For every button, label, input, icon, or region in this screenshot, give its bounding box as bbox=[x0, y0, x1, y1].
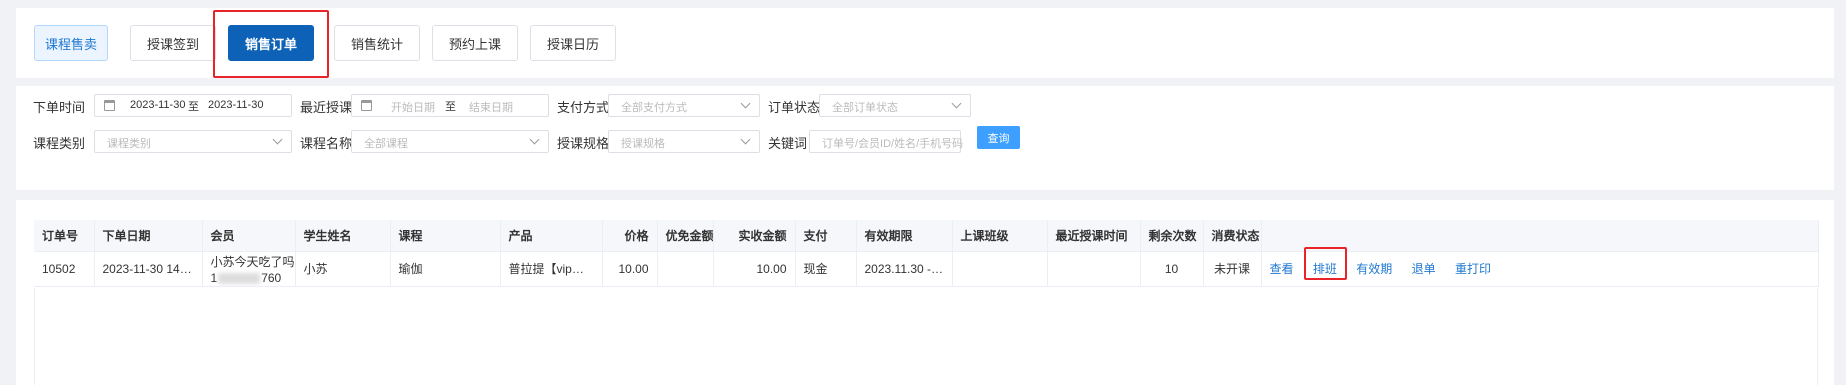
tab-sales-orders[interactable]: 销售订单 bbox=[228, 25, 314, 61]
chevron-down-icon bbox=[951, 98, 962, 109]
col-student: 学生姓名 bbox=[295, 220, 391, 252]
tab-sales-stats[interactable]: 销售统计 bbox=[334, 25, 420, 61]
view-link[interactable]: 查看 bbox=[1270, 260, 1294, 277]
cell-order-date: 2023-11-30 14:18:59 bbox=[94, 251, 203, 287]
cell-actions: 查看 排班 有效期 退单 重打印 bbox=[1261, 246, 1819, 287]
payment-label: 支付方式 bbox=[557, 100, 610, 115]
chevron-down-icon bbox=[272, 134, 283, 145]
payment-select[interactable]: 全部支付方式 bbox=[608, 94, 760, 117]
cell-class bbox=[952, 251, 1048, 287]
keyword-input[interactable]: 订单号/会员ID/姓名/手机号码 bbox=[809, 130, 964, 153]
calendar-icon bbox=[361, 100, 372, 111]
col-class: 上课班级 bbox=[952, 220, 1048, 252]
tabs-panel: 课程售卖 授课签到 销售订单 销售统计 预约上课 授课日历 bbox=[16, 8, 1834, 78]
col-validity: 有效期限 bbox=[856, 220, 953, 252]
orders-table-panel: 订单号 下单日期 会员 学生姓名 课程 产品 价格 优免金额 实收金额 支付 有… bbox=[16, 200, 1834, 385]
tab-class-calendar[interactable]: 授课日历 bbox=[530, 25, 616, 61]
col-product: 产品 bbox=[500, 220, 603, 252]
course-name-placeholder: 全部课程 bbox=[364, 138, 408, 150]
teaching-spec-placeholder: 授课规格 bbox=[621, 138, 665, 150]
chevron-down-icon bbox=[740, 134, 751, 145]
course-category-label: 课程类别 bbox=[33, 136, 86, 151]
table-row: 10502 2023-11-30 14:18:59 小苏今天吃了吗(10 176… bbox=[34, 246, 1819, 287]
order-time-label: 下单时间 bbox=[33, 100, 86, 115]
query-button[interactable]: 查询 bbox=[977, 126, 1020, 149]
order-time-start: 2023-11-30 bbox=[130, 99, 186, 111]
cell-course: 瑜伽 bbox=[390, 251, 501, 287]
cell-price: 10.00 bbox=[602, 251, 658, 287]
schedule-link[interactable]: 排班 bbox=[1313, 260, 1337, 277]
tab-book-class[interactable]: 预约上课 bbox=[432, 25, 518, 61]
validity-link[interactable]: 有效期 bbox=[1356, 260, 1392, 277]
keyword-placeholder: 订单号/会员ID/姓名/手机号码 bbox=[822, 138, 964, 150]
recent-class-end: 结束日期 bbox=[469, 102, 513, 114]
teaching-spec-label: 授课规格 bbox=[557, 136, 610, 151]
reprint-link[interactable]: 重打印 bbox=[1455, 260, 1491, 277]
filter-panel: 下单时间 2023-11-30 至 2023-11-30 最近授课 开始日期 至… bbox=[16, 86, 1834, 190]
cell-remaining: 10 bbox=[1140, 251, 1204, 287]
table-header-row: 订单号 下单日期 会员 学生姓名 课程 产品 价格 优免金额 实收金额 支付 有… bbox=[34, 220, 1819, 252]
col-course: 课程 bbox=[390, 220, 501, 252]
col-price: 价格 bbox=[602, 220, 658, 252]
order-status-select[interactable]: 全部订单状态 bbox=[819, 94, 971, 117]
course-name-select[interactable]: 全部课程 bbox=[351, 130, 549, 153]
col-actions bbox=[1261, 220, 1819, 252]
order-time-end: 2023-11-30 bbox=[208, 99, 264, 111]
col-status: 消费状态 bbox=[1203, 220, 1262, 252]
cell-student: 小苏 bbox=[295, 251, 391, 287]
cell-discount bbox=[657, 251, 714, 287]
col-order-no: 订单号 bbox=[34, 220, 95, 252]
col-discount: 优免金额 bbox=[657, 220, 714, 252]
cell-order-no: 10502 bbox=[34, 251, 95, 287]
chevron-down-icon bbox=[529, 134, 540, 145]
col-paid: 实收金额 bbox=[713, 220, 796, 252]
cell-payment: 现金 bbox=[795, 251, 857, 287]
recent-class-range[interactable]: 开始日期 至 结束日期 bbox=[351, 94, 549, 117]
cell-member: 小苏今天吃了吗(10 1760 bbox=[202, 251, 296, 287]
chevron-down-icon bbox=[740, 98, 751, 109]
cell-status: 未开课 bbox=[1203, 251, 1262, 287]
cell-validity: 2023.11.30 - 12.... bbox=[856, 251, 953, 287]
cell-product: 普拉提【vip私... bbox=[500, 251, 603, 287]
tab-class-checkin[interactable]: 授课签到 bbox=[130, 25, 216, 61]
calendar-icon bbox=[104, 100, 115, 111]
order-status-placeholder: 全部订单状态 bbox=[832, 102, 898, 114]
order-status-label: 订单状态 bbox=[768, 100, 821, 115]
col-payment: 支付 bbox=[795, 220, 857, 252]
cell-recent-time bbox=[1047, 251, 1141, 287]
member-phone-suffix: 760 bbox=[261, 270, 282, 285]
col-recent-time: 最近授课时间 bbox=[1047, 220, 1141, 252]
table-empty-area bbox=[34, 288, 1818, 385]
course-category-placeholder: 课程类别 bbox=[107, 138, 151, 150]
cell-paid: 10.00 bbox=[713, 251, 796, 287]
keyword-label: 关键词 bbox=[768, 136, 808, 151]
member-phone-prefix: 1 bbox=[210, 270, 218, 285]
member-line1: 小苏今天吃了吗(10 bbox=[210, 254, 295, 269]
recent-class-sep: 至 bbox=[445, 101, 456, 113]
member-line2: 1 760 bbox=[211, 270, 287, 286]
refund-link[interactable]: 退单 bbox=[1412, 260, 1436, 277]
payment-placeholder: 全部支付方式 bbox=[621, 102, 687, 114]
col-order-date: 下单日期 bbox=[94, 220, 203, 252]
col-remaining: 剩余次数 bbox=[1140, 220, 1204, 252]
teaching-spec-select[interactable]: 授课规格 bbox=[608, 130, 760, 153]
tab-course-sales[interactable]: 课程售卖 bbox=[34, 25, 108, 61]
course-category-select[interactable]: 课程类别 bbox=[94, 130, 292, 153]
recent-class-start: 开始日期 bbox=[391, 102, 435, 114]
redacted-phone bbox=[218, 272, 261, 284]
course-name-label: 课程名称 bbox=[300, 136, 353, 151]
order-time-range[interactable]: 2023-11-30 至 2023-11-30 bbox=[94, 94, 292, 117]
orders-table: 订单号 下单日期 会员 学生姓名 课程 产品 价格 优免金额 实收金额 支付 有… bbox=[34, 220, 1819, 287]
order-time-sep: 至 bbox=[188, 101, 199, 113]
recent-class-label: 最近授课 bbox=[300, 100, 353, 115]
col-member: 会员 bbox=[202, 220, 296, 252]
